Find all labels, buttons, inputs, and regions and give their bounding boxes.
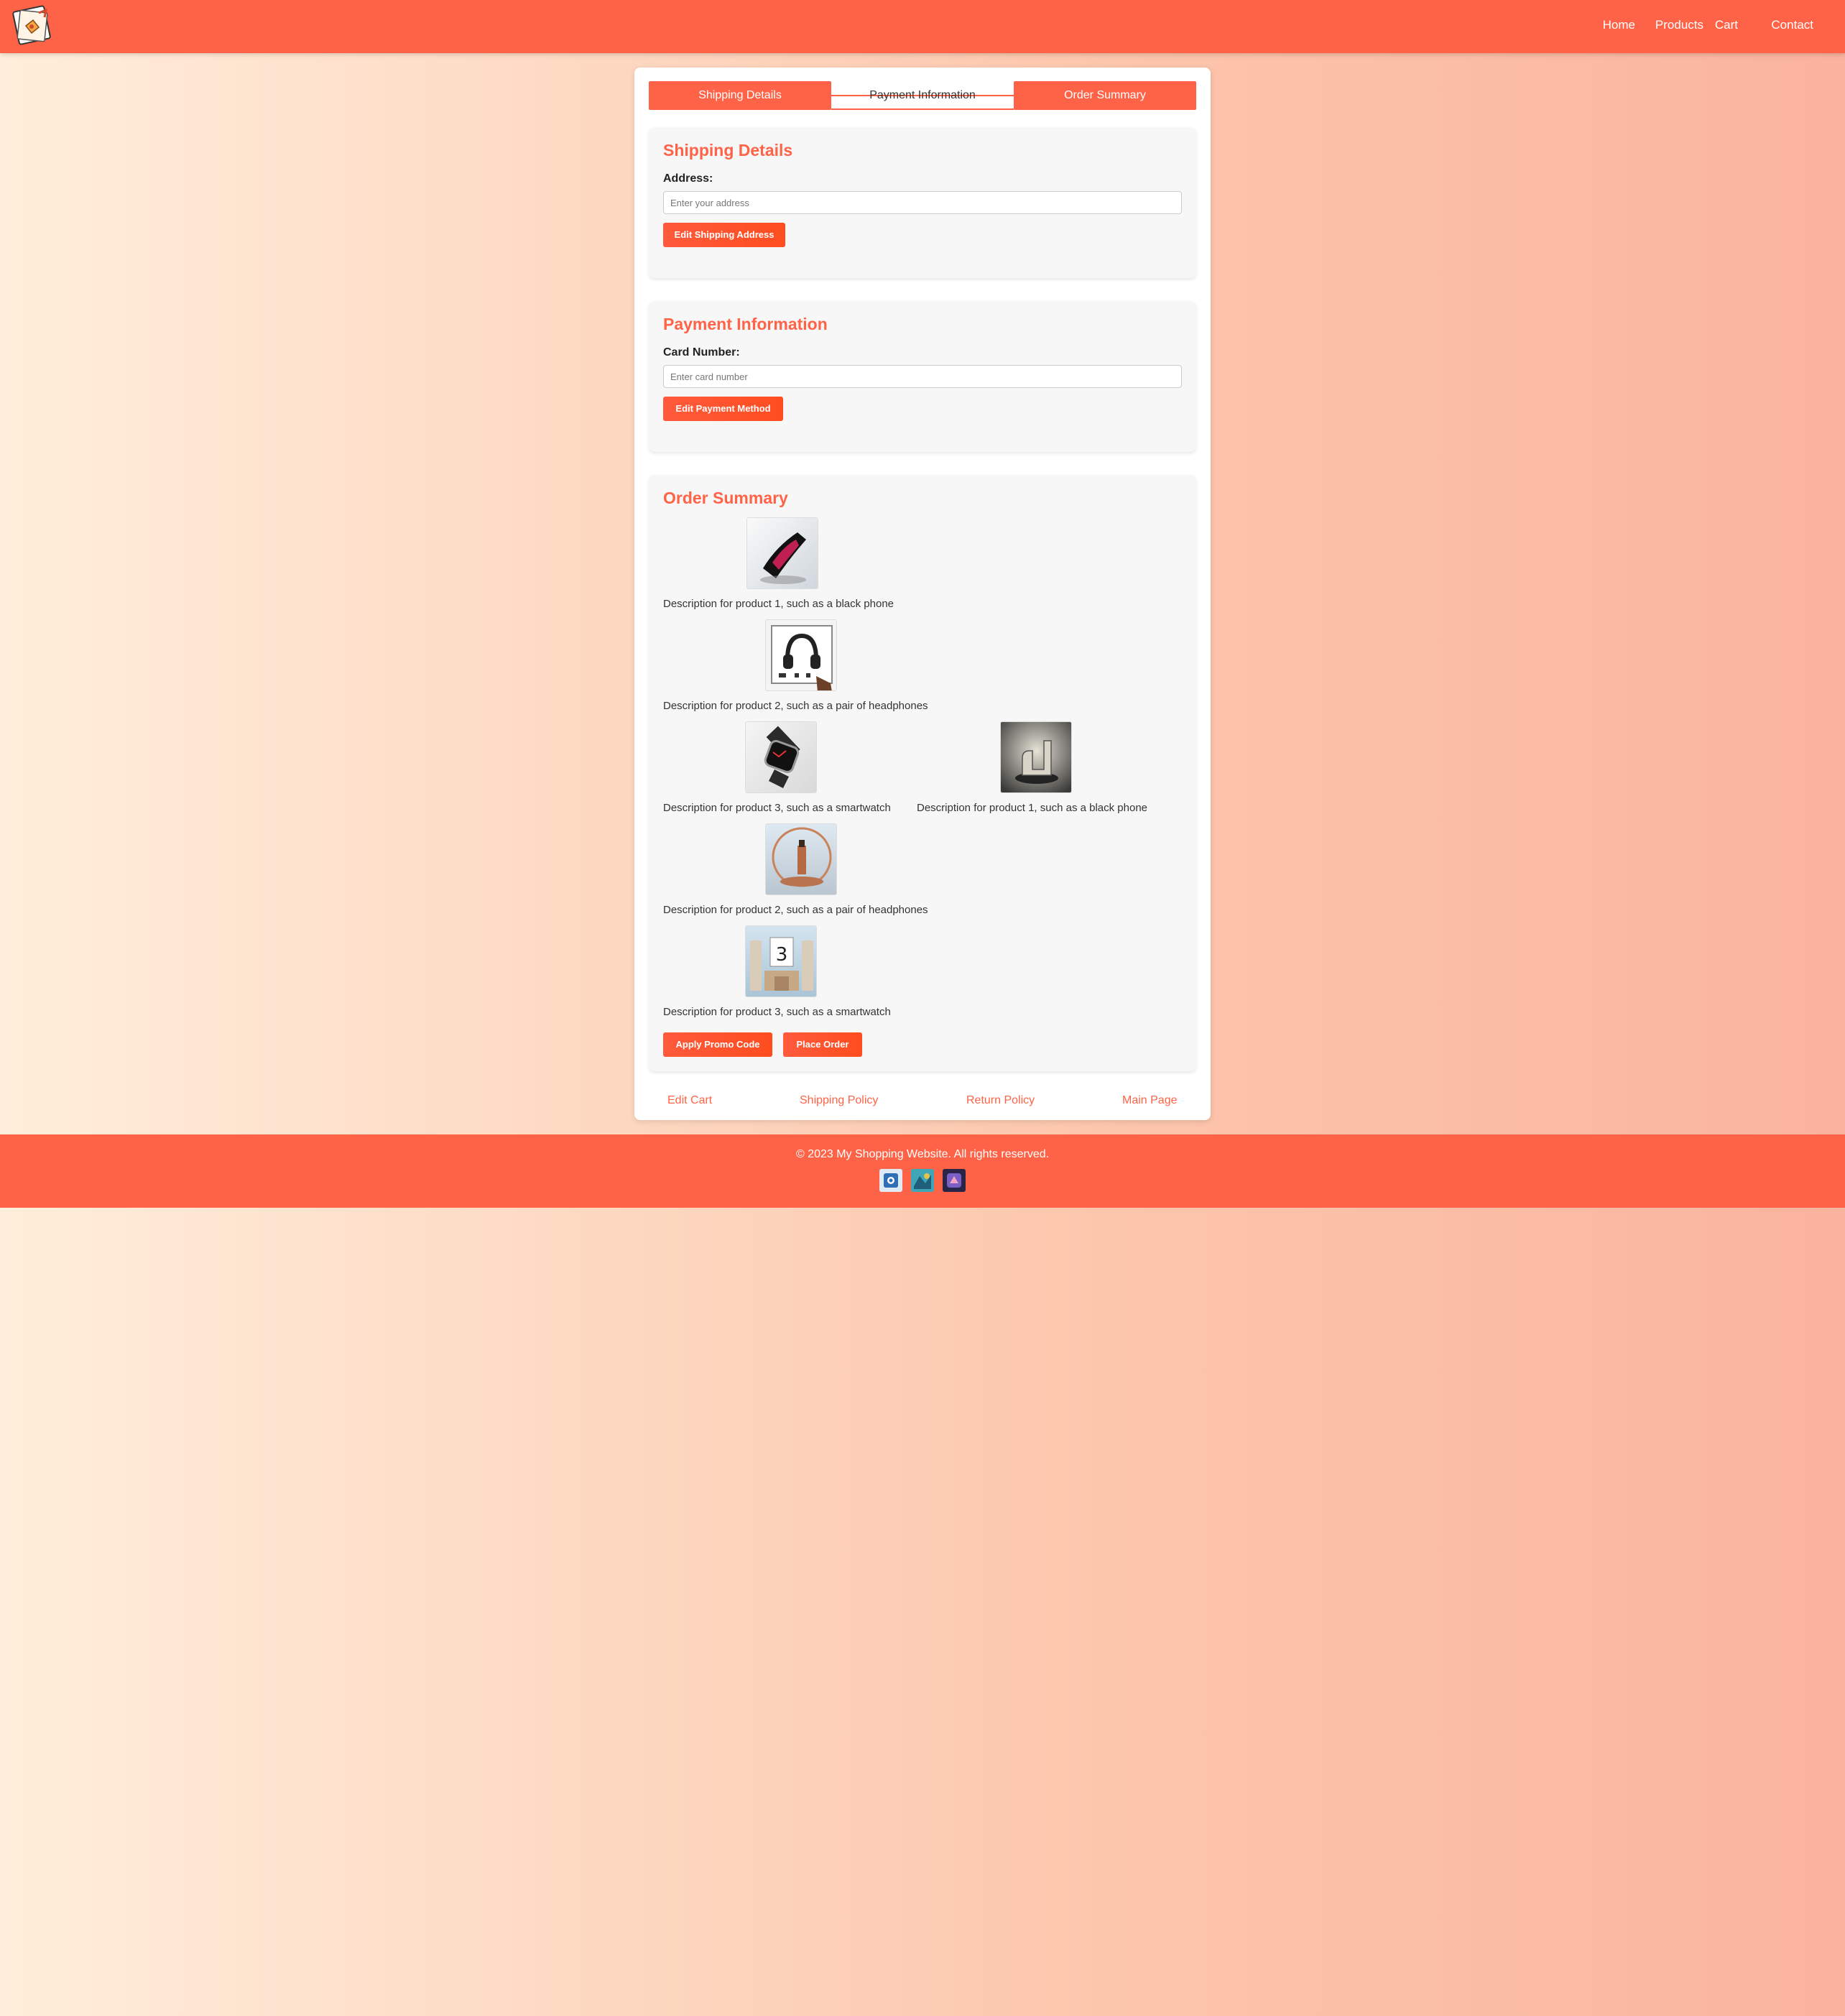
abstract-sculpture-image	[1000, 721, 1072, 793]
edit-payment-method-button[interactable]: Edit Payment Method	[663, 397, 783, 421]
product-item: Description for product 2, such as a pai…	[663, 619, 951, 720]
shopping-logo-icon[interactable]	[11, 4, 53, 46]
order-summary-section: Order Summary Description for product 1,…	[649, 475, 1196, 1071]
order-summary-title: Order Summary	[663, 489, 788, 507]
link-edit-cart[interactable]: Edit Cart	[667, 1094, 712, 1107]
product-item: Description for product 1, such as a bla…	[663, 517, 907, 618]
step-shipping-details[interactable]: Shipping Details	[649, 81, 831, 110]
headphones-image	[765, 619, 837, 691]
lipstick-pedestal-image	[765, 823, 837, 895]
progress-steps: Shipping Details Payment Information Ord…	[649, 81, 1196, 110]
smartwatch-image	[745, 721, 817, 793]
product-description: Description for product 1, such as a bla…	[917, 802, 1148, 814]
apply-promo-code-button[interactable]: Apply Promo Code	[663, 1032, 772, 1057]
svg-text:3: 3	[776, 944, 788, 966]
site-footer: © 2023 My Shopping Website. All rights r…	[0, 1134, 1845, 1208]
black-phone-image	[746, 517, 818, 589]
shipping-section: Shipping Details Address: Edit Shipping …	[649, 127, 1196, 278]
address-label: Address:	[663, 172, 713, 185]
shipping-title: Shipping Details	[663, 141, 793, 159]
site-header: Home Products Cart Contact	[0, 0, 1845, 53]
product-description: Description for product 2, such as a pai…	[663, 904, 928, 916]
nav-home[interactable]: Home	[1603, 18, 1635, 32]
card-number-input[interactable]	[663, 365, 1182, 388]
product-description: Description for product 3, such as a sma…	[663, 1006, 891, 1018]
step-payment-label: Payment Information	[869, 89, 976, 101]
step-order-summary[interactable]: Order Summary	[1014, 81, 1196, 110]
nav-contact[interactable]: Contact	[1771, 18, 1813, 32]
product-item: 3 Description for product 3, such as a s…	[663, 925, 907, 1026]
card-number-label: Card Number:	[663, 346, 740, 359]
nav-cart[interactable]: Cart	[1715, 18, 1738, 32]
link-main-page[interactable]: Main Page	[1122, 1094, 1178, 1107]
product-description: Description for product 1, such as a bla…	[663, 598, 894, 610]
product-description: Description for product 3, such as a sma…	[663, 802, 891, 814]
social-icon-3[interactable]	[943, 1169, 966, 1192]
link-return-policy[interactable]: Return Policy	[966, 1094, 1035, 1107]
checkout-card: Shipping Details Payment Information Ord…	[634, 68, 1211, 1120]
number-three-podium-image: 3	[745, 925, 817, 997]
social-icon-1[interactable]	[879, 1169, 902, 1192]
copyright-text: © 2023 My Shopping Website. All rights r…	[795, 1148, 1050, 1160]
product-item: Description for product 2, such as a pai…	[663, 823, 951, 924]
payment-title: Payment Information	[663, 315, 828, 333]
address-input[interactable]	[663, 191, 1182, 214]
product-description: Description for product 2, such as a pai…	[663, 700, 928, 712]
place-order-button[interactable]: Place Order	[783, 1032, 862, 1057]
product-item: Description for product 3, such as a sma…	[663, 721, 907, 822]
nav-products[interactable]: Products	[1655, 18, 1703, 32]
product-item: Description for product 1, such as a bla…	[917, 721, 1175, 822]
payment-section: Payment Information Card Number: Edit Pa…	[649, 301, 1196, 452]
edit-shipping-address-button[interactable]: Edit Shipping Address	[663, 223, 785, 247]
step-payment-information[interactable]: Payment Information	[831, 81, 1014, 110]
link-shipping-policy[interactable]: Shipping Policy	[800, 1094, 878, 1107]
social-icon-2[interactable]	[911, 1169, 934, 1192]
